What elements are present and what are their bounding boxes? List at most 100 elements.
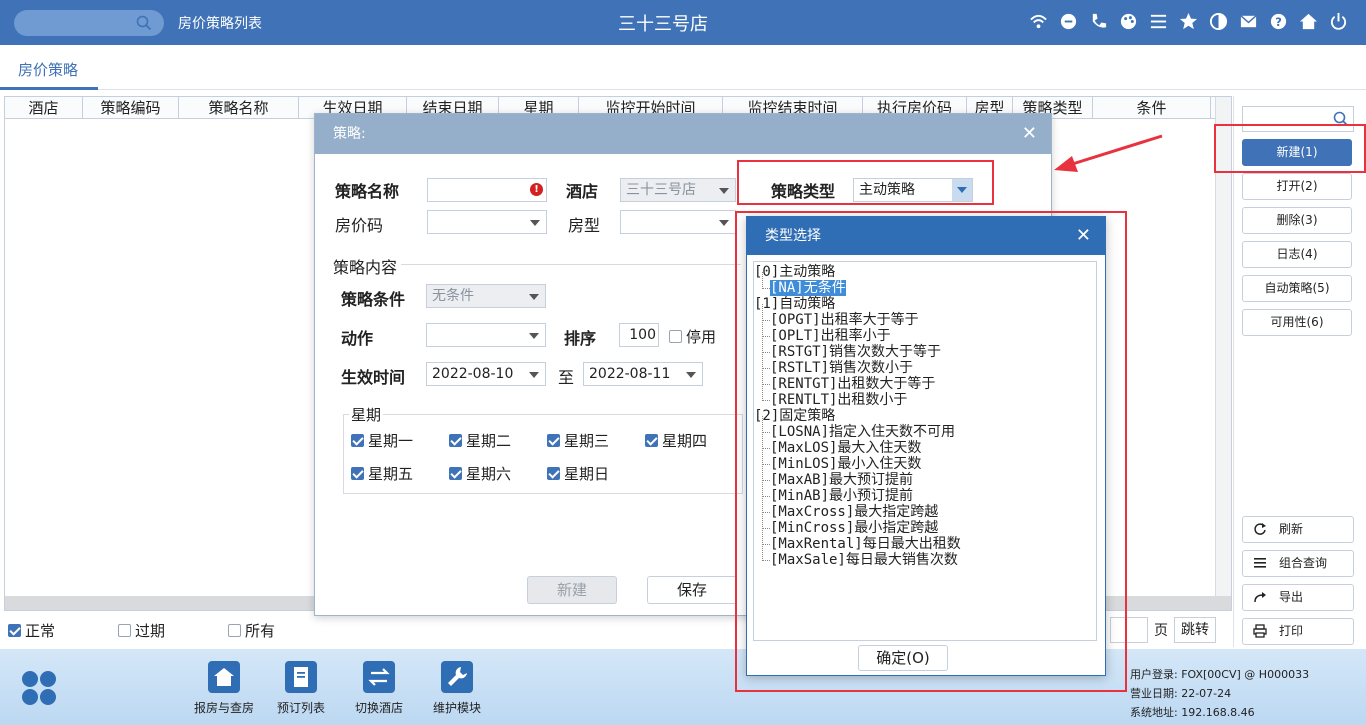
tab-active-indicator	[0, 87, 98, 90]
tree-item[interactable]: [MaxRental]每日最大出租数	[754, 528, 1096, 552]
wifi-icon[interactable]	[1029, 12, 1048, 31]
disable-checkbox[interactable]: 停用	[669, 326, 716, 347]
date-from-input[interactable]: 2022-08-10	[426, 362, 546, 386]
tree-item[interactable]: [MinCross]最小指定跨越	[754, 512, 1096, 536]
filter-normal[interactable]: 正常	[8, 620, 118, 641]
checkbox-checked-icon[interactable]	[351, 434, 364, 447]
switch-icon	[363, 661, 395, 693]
tree-item[interactable]: [OPGT]出租率大于等于	[754, 304, 1096, 328]
home-icon[interactable]	[1299, 12, 1318, 31]
tree-group[interactable]: [2]固定策略	[754, 408, 1096, 424]
tree-group[interactable]: [1]自动策略	[754, 296, 1096, 312]
room-type-label: 房型	[568, 216, 601, 235]
export-button[interactable]: 导出	[1242, 584, 1354, 611]
grid-vertical-scrollbar[interactable]	[1215, 97, 1231, 610]
availability-button[interactable]: 可用性(6)	[1242, 309, 1352, 336]
date-to-input[interactable]: 2022-08-11	[583, 362, 703, 386]
tree-item[interactable]: [MaxSale]每日最大销售次数	[754, 544, 1096, 568]
help-icon[interactable]: ?	[1269, 12, 1288, 31]
checkbox-icon[interactable]	[228, 624, 241, 637]
log-button[interactable]: 日志(4)	[1242, 241, 1352, 268]
checkbox-icon[interactable]	[118, 624, 131, 637]
phone-icon[interactable]	[1089, 12, 1108, 31]
strategy-name-input[interactable]: !	[427, 178, 547, 202]
palette-icon[interactable]	[1119, 12, 1138, 31]
tree-item[interactable]: [OPLT]出租率小于	[754, 320, 1096, 344]
open-button[interactable]: 打开(2)	[1242, 173, 1352, 200]
rate-code-select[interactable]	[427, 210, 547, 234]
tree-item[interactable]: [MinAB]最小预订提前	[754, 480, 1096, 504]
checkbox-icon[interactable]	[669, 330, 682, 343]
dialog-save-button[interactable]: 保存	[647, 576, 737, 604]
action-select[interactable]	[426, 323, 546, 347]
auto-strategy-button[interactable]: 自动策略(5)	[1242, 275, 1352, 302]
checkbox-checked-icon[interactable]	[8, 624, 21, 637]
nav-room-status[interactable]: 报房与查房	[184, 661, 264, 716]
weekday-fri[interactable]: 星期五	[351, 463, 413, 484]
jump-button[interactable]: 跳转	[1174, 617, 1216, 643]
sort-label: 排序	[564, 329, 597, 348]
tree-item[interactable]: [MaxLOS]最大入住天数	[754, 432, 1096, 456]
tab-rate-strategy[interactable]: 房价策略	[18, 59, 78, 80]
checkbox-checked-icon[interactable]	[645, 434, 658, 447]
highlight-strategy-type	[737, 160, 994, 205]
house-icon	[208, 661, 240, 693]
menu-icon[interactable]	[1149, 12, 1168, 31]
type-selection-popup: 类型选择 ✕ [0]主动策略 [NA]无条件 [1]自动策略 [OPGT]出租率大于等…	[746, 216, 1106, 676]
column-header[interactable]: 策略名称	[179, 97, 299, 118]
tree-item[interactable]: [RSTLT]销售次数小于	[754, 352, 1096, 376]
nav-maintenance[interactable]: 维护模块	[417, 661, 497, 716]
checkbox-checked-icon[interactable]	[449, 434, 462, 447]
combo-query-button[interactable]: 组合查询	[1242, 550, 1354, 577]
column-header[interactable]: 策略编码	[83, 97, 179, 118]
checkbox-checked-icon[interactable]	[547, 467, 560, 480]
nav-reservation-list[interactable]: 预订列表	[261, 661, 341, 716]
chevron-down-icon	[686, 372, 696, 378]
checkbox-checked-icon[interactable]	[351, 467, 364, 480]
weekday-tue[interactable]: 星期二	[449, 430, 511, 451]
tree-item[interactable]: [NA]无条件	[754, 272, 1096, 296]
weekday-sun[interactable]: 星期日	[547, 463, 609, 484]
right-action-panel: 新建(1) 打开(2) 删除(3) 日志(4) 自动策略(5) 可用性(6) 刷…	[1233, 96, 1366, 647]
type-tree[interactable]: [0]主动策略 [NA]无条件 [1]自动策略 [OPGT]出租率大于等于 [OPLT]…	[753, 261, 1097, 641]
weekday-mon[interactable]: 星期一	[351, 430, 413, 451]
tab-row: 房价策略	[0, 45, 1366, 90]
tree-item[interactable]: [RSTGT]销售次数大于等于	[754, 336, 1096, 360]
checkbox-checked-icon[interactable]	[547, 434, 560, 447]
close-icon[interactable]: ✕	[1022, 114, 1037, 154]
column-header[interactable]: 酒店	[5, 97, 83, 118]
tree-group[interactable]: [0]主动策略	[754, 264, 1096, 280]
refresh-button[interactable]: 刷新	[1242, 516, 1354, 543]
popup-ok-button[interactable]: 确定(O)	[858, 645, 948, 671]
hotel-select[interactable]: 三十三号店	[620, 178, 736, 202]
highlight-new-button	[1214, 124, 1366, 173]
room-type-select[interactable]	[620, 210, 736, 234]
nav-switch-hotel[interactable]: 切换酒店	[339, 661, 419, 716]
chat-icon[interactable]	[1059, 12, 1078, 31]
dialog-title: 策略:	[333, 126, 366, 142]
theme-icon[interactable]	[1209, 12, 1228, 31]
weekday-thu[interactable]: 星期四	[645, 430, 707, 451]
weekday-wed[interactable]: 星期三	[547, 430, 609, 451]
dialog-new-button[interactable]: 新建	[527, 576, 617, 604]
tree-item[interactable]: [MinLOS]最小入住天数	[754, 448, 1096, 472]
tree-item[interactable]: [MaxAB]最大预订提前	[754, 464, 1096, 488]
mail-icon[interactable]	[1239, 12, 1258, 31]
condition-select[interactable]: 无条件	[426, 284, 546, 308]
tree-item[interactable]: [LOSNA]指定入住天数不可用	[754, 416, 1096, 440]
tree-item[interactable]: [RENTLT]出租数小于	[754, 384, 1096, 408]
close-icon[interactable]: ✕	[1076, 217, 1091, 255]
weekday-sat[interactable]: 星期六	[449, 463, 511, 484]
delete-button[interactable]: 删除(3)	[1242, 207, 1352, 234]
bottom-bar: 报房与查房 预订列表 切换酒店 维护模块 用户登录: FOX[00CV] @ H…	[0, 649, 1366, 725]
power-icon[interactable]	[1329, 12, 1348, 31]
sort-input[interactable]: 100	[619, 323, 659, 347]
tree-item[interactable]: [MaxCross]最大指定跨越	[754, 496, 1096, 520]
column-header[interactable]: 条件	[1093, 97, 1211, 118]
star-icon[interactable]	[1179, 12, 1198, 31]
print-button[interactable]: 打印	[1242, 618, 1354, 645]
filter-expired[interactable]: 过期	[118, 620, 228, 641]
filter-all[interactable]: 所有	[228, 620, 338, 641]
checkbox-checked-icon[interactable]	[449, 467, 462, 480]
tree-item[interactable]: [RENTGT]出租数大于等于	[754, 368, 1096, 392]
